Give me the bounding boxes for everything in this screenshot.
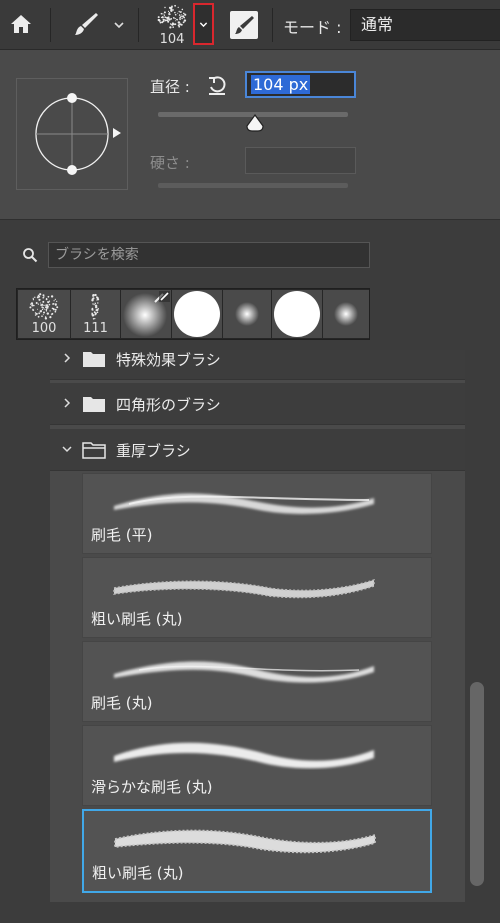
- chevron-down-icon[interactable]: [60, 442, 74, 456]
- chevron-right-icon[interactable]: [60, 396, 74, 410]
- roundness-handle-top[interactable]: [67, 93, 77, 103]
- brush-settings-panel-icon: [235, 16, 254, 34]
- brush-group-label: 重厚ブラシ: [116, 442, 191, 460]
- brush-group-square[interactable]: 四角形のブラシ: [50, 383, 465, 425]
- recent-brush-tile[interactable]: [272, 290, 322, 338]
- recent-brush-tile[interactable]: 111: [71, 290, 120, 338]
- search-icon: [23, 248, 38, 263]
- brush-preset-item[interactable]: 粗い刷毛 (丸): [82, 557, 432, 638]
- soft-round-brush-icon: [123, 291, 170, 337]
- angle-arrow-handle[interactable]: [113, 128, 121, 138]
- brush-preset-item[interactable]: 刷毛 (平): [82, 473, 432, 554]
- chevron-down-icon: [199, 22, 208, 28]
- diameter-input[interactable]: 104 px: [245, 71, 356, 98]
- brush-preset-item-selected[interactable]: 粗い刷毛 (丸): [82, 809, 432, 893]
- brush-name: 粗い刷毛 (丸): [91, 610, 183, 628]
- recent-brush-tile[interactable]: 100: [18, 290, 70, 338]
- brush-group-label: 四角形のブラシ: [116, 396, 221, 414]
- brush-name: 粗い刷毛 (丸): [92, 864, 184, 882]
- home-icon[interactable]: [8, 11, 34, 37]
- options-bar: 104 モード : 通常: [0, 0, 500, 50]
- brush-name: 刷毛 (丸): [91, 694, 153, 712]
- brush-stroke-preview: [114, 493, 374, 514]
- spatter-brush-icon: [29, 293, 59, 320]
- brush-tip-shape-preview: [35, 93, 121, 175]
- hardness-label: 硬さ :: [150, 154, 190, 172]
- brush-group-special-effects[interactable]: 特殊効果ブラシ: [50, 350, 465, 380]
- folder-open-icon: [82, 442, 106, 459]
- brush-search-input[interactable]: [48, 242, 370, 268]
- brush-preset-size: 104: [159, 32, 185, 47]
- spatter-thin-brush-icon: [91, 293, 100, 320]
- reset-size-icon[interactable]: [206, 74, 228, 96]
- brush-tool-icon[interactable]: [72, 10, 100, 38]
- diameter-value: 104 px: [251, 75, 311, 94]
- recent-brush-size: 111: [83, 321, 108, 336]
- diameter-label: 直径 :: [150, 78, 190, 96]
- brush-preset-icon[interactable]: [156, 4, 188, 30]
- recent-brush-size: 100: [31, 321, 57, 336]
- brush-stroke-preview: [114, 661, 374, 683]
- brush-angle-preview[interactable]: [16, 78, 128, 190]
- brush-preset-picker-toggle[interactable]: [193, 3, 214, 45]
- brush-preset-list: 特殊効果ブラシ 四角形のブラシ 重厚ブラシ 刷毛 (平) 粗い刷毛 (丸) 刷毛…: [50, 350, 465, 902]
- brush-list-scrollbar[interactable]: [470, 682, 484, 886]
- brush-stroke-preview: [114, 829, 376, 854]
- diameter-slider-thumb[interactable]: [244, 112, 266, 134]
- recent-brush-tile[interactable]: [323, 290, 369, 338]
- hardness-slider[interactable]: [158, 183, 348, 188]
- panel-footer: [0, 907, 500, 923]
- folder-icon: [83, 397, 105, 412]
- brush-settings-panel-button[interactable]: [230, 11, 258, 39]
- brush-stroke-preview: [113, 578, 375, 599]
- brush-group-label: 特殊効果ブラシ: [116, 351, 221, 369]
- roundness-handle-bottom[interactable]: [67, 165, 77, 175]
- brush-preset-item[interactable]: 刷毛 (丸): [82, 641, 432, 722]
- folder-icon: [83, 352, 105, 367]
- chevron-down-icon[interactable]: [112, 18, 126, 32]
- divider: [0, 219, 500, 220]
- brush-name: 滑らかな刷毛 (丸): [91, 778, 213, 796]
- brush-preset-item[interactable]: 滑らかな刷毛 (丸): [82, 725, 432, 806]
- toolbar-separator: [138, 8, 139, 42]
- mode-select[interactable]: 通常: [350, 9, 500, 41]
- chevron-right-icon[interactable]: [60, 351, 74, 365]
- brush-name: 刷毛 (平): [91, 526, 153, 544]
- toolbar-separator: [50, 8, 51, 42]
- hard-round-brush-icon: [274, 291, 320, 337]
- recent-brush-tile[interactable]: [172, 290, 222, 338]
- brush-group-heavy[interactable]: 重厚ブラシ: [50, 429, 465, 471]
- hardness-input[interactable]: [245, 147, 356, 174]
- hard-round-brush-icon: [174, 291, 220, 337]
- recent-brush-tile[interactable]: [121, 290, 171, 338]
- brush-stroke-preview: [114, 742, 374, 769]
- mode-label: モード :: [283, 18, 342, 37]
- soft-round-small-brush-icon: [235, 302, 259, 326]
- recent-brush-tile[interactable]: [223, 290, 271, 338]
- recent-brushes-strip: 100 111: [16, 288, 370, 340]
- toolbar-separator: [272, 8, 273, 42]
- soft-round-small-brush-icon: [334, 302, 358, 326]
